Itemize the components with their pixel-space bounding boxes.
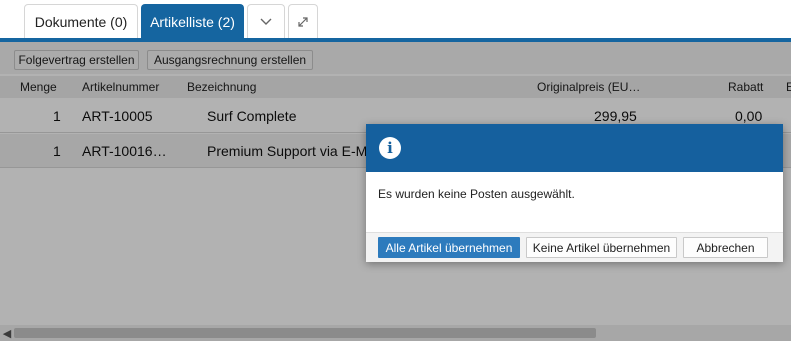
expand-icon bbox=[298, 17, 308, 27]
expand-button[interactable] bbox=[288, 4, 318, 39]
dialog-message: Es wurden keine Posten ausgewählt. bbox=[378, 187, 575, 201]
dialog-footer: Alle Artikel übernehmen Keine Artikel üb… bbox=[366, 232, 783, 262]
tab-menu-button[interactable] bbox=[247, 4, 285, 39]
chevron-down-icon bbox=[260, 18, 272, 25]
tab-dokumente[interactable]: Dokumente (0) bbox=[24, 4, 138, 39]
tab-artikelliste[interactable]: Artikelliste (2) bbox=[141, 4, 244, 39]
dialog-header: i bbox=[366, 124, 783, 172]
info-icon: i bbox=[379, 137, 401, 159]
abbrechen-button[interactable]: Abbrechen bbox=[683, 237, 768, 258]
keine-artikel-uebernehmen-button[interactable]: Keine Artikel übernehmen bbox=[526, 237, 677, 258]
info-dialog: i Es wurden keine Posten ausgewählt. All… bbox=[366, 124, 783, 262]
alle-artikel-uebernehmen-button[interactable]: Alle Artikel übernehmen bbox=[378, 237, 520, 258]
tab-bar: Dokumente (0) Artikelliste (2) bbox=[0, 0, 791, 42]
